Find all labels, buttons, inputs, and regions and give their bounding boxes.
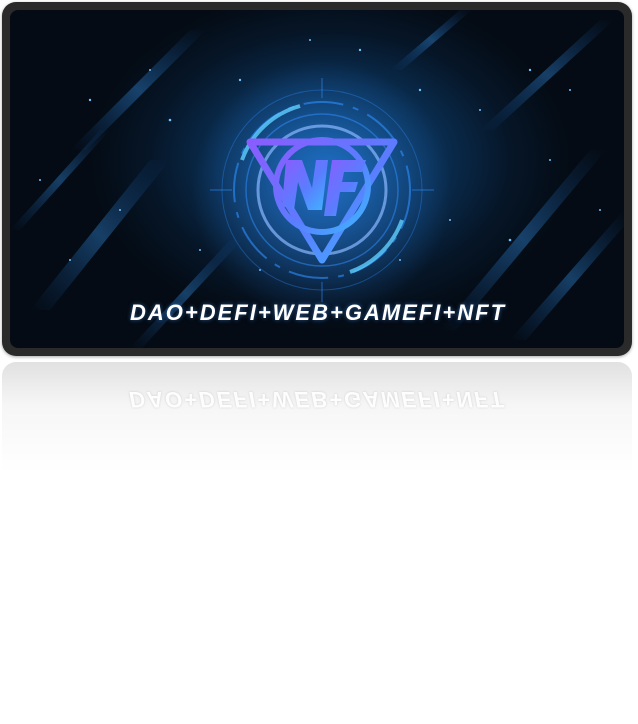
background-art xyxy=(10,10,624,348)
banner-tagline: DAO+DEFI+WEB+GAMEFI+NFT xyxy=(129,300,507,325)
banner-artwork xyxy=(10,10,624,348)
banner-stage: DAO+DEFI+WEB+GAMEFI+NFT DAO+DEFI+WEB+GAM… xyxy=(0,0,638,724)
banner-card: DAO+DEFI+WEB+GAMEFI+NFT xyxy=(2,2,632,356)
reflection-tagline: DAO+DEFI+WEB+GAMEFI+NFT xyxy=(128,387,506,412)
banner-reflection: DAO+DEFI+WEB+GAMEFI+NFT xyxy=(2,362,632,472)
